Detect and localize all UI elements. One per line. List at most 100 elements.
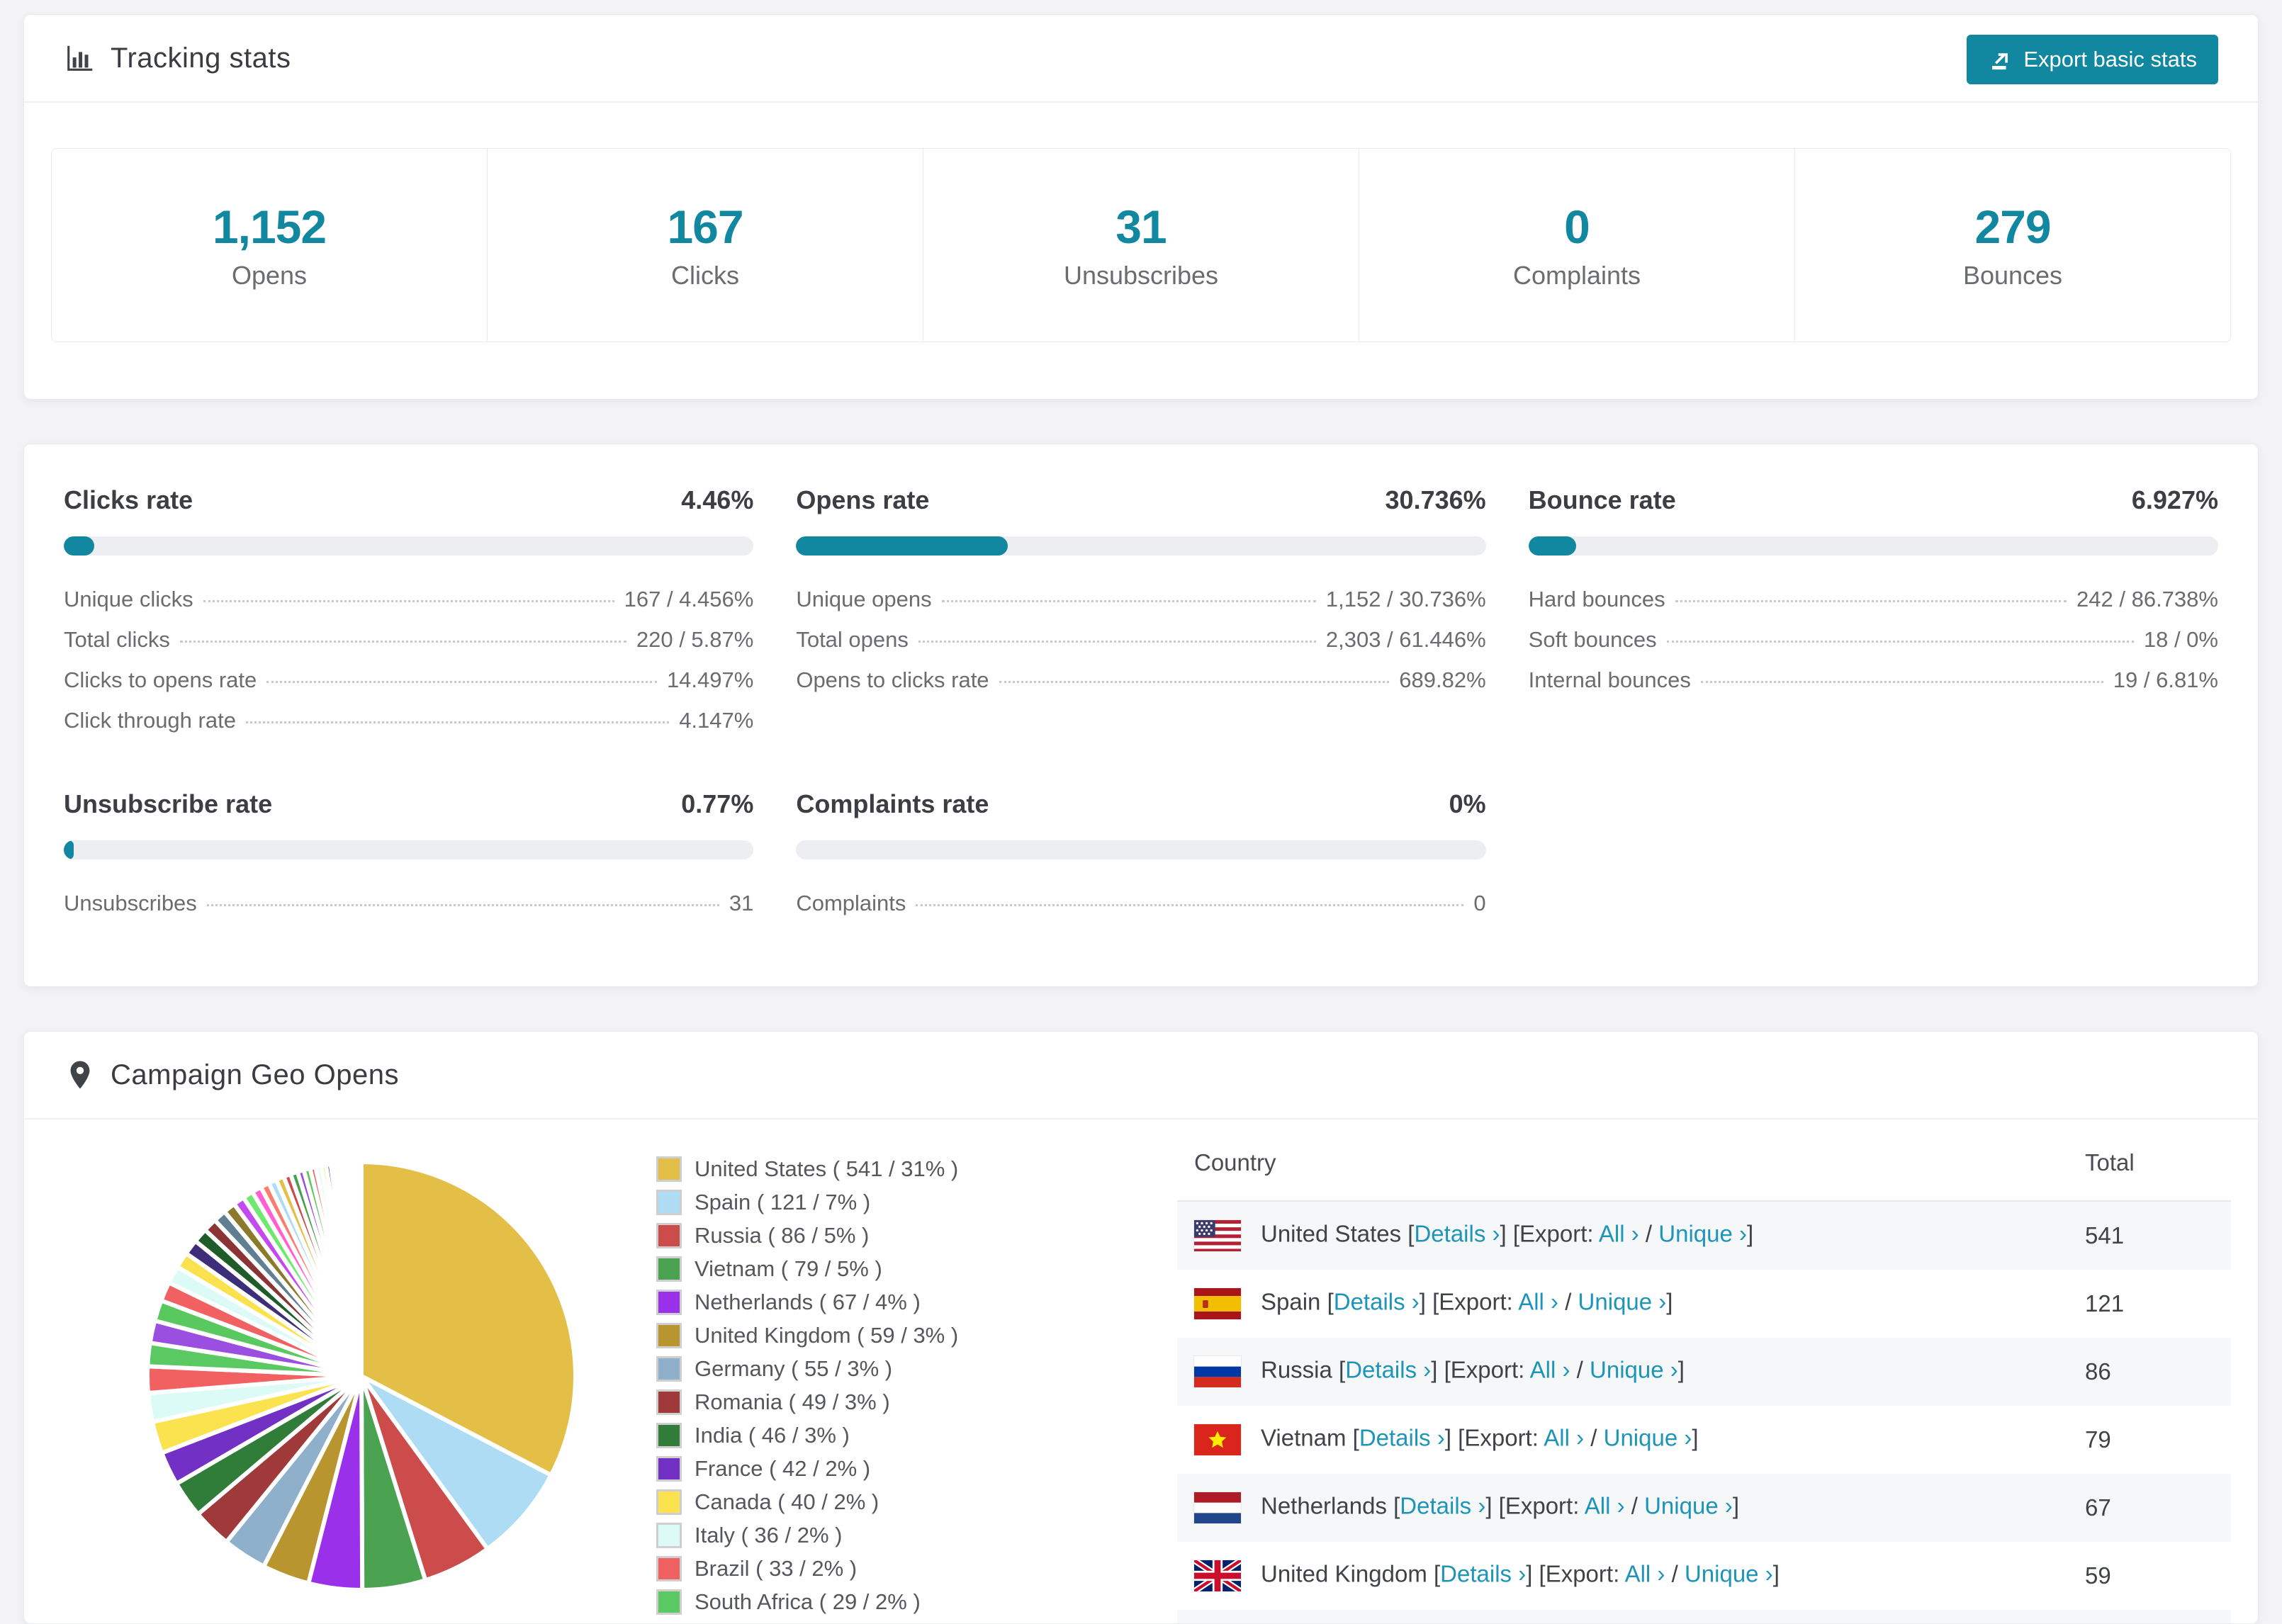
stat-label: Clicks: [671, 261, 739, 290]
legend-label: Italy ( 36 / 2% ): [695, 1523, 843, 1547]
rate-percent-value: 4.46%: [681, 485, 754, 514]
details-link[interactable]: Details ›: [1414, 1221, 1500, 1247]
legend-item-germany[interactable]: Germany ( 55 / 3% ): [656, 1356, 1057, 1382]
rate-row: Total opens 2,303 / 61.446%: [796, 627, 1485, 653]
country-cell: [1177, 1610, 2068, 1623]
export-button-label: Export basic stats: [2023, 47, 2197, 72]
rate-row-value: 4.147%: [679, 708, 754, 733]
export-unique-link[interactable]: Unique ›: [1644, 1493, 1733, 1519]
rate-block-opens-rate: Opens rate 30.736% Unique opens 1,152 / 30.…: [796, 485, 1486, 748]
punctuation: [: [1401, 1220, 1415, 1247]
rate-rows: Unique clicks 167 / 4.456% Total clicks 220…: [64, 587, 753, 733]
legend-item-italy[interactable]: Italy ( 36 / 2% ): [656, 1523, 1057, 1548]
rate-head: Unsubscribe rate 0.77%: [64, 789, 753, 819]
country-cell: Spain [Details ›] [Export: All › / Uniqu…: [1177, 1270, 2068, 1338]
rate-row-label: Total opens: [796, 627, 909, 652]
country-cell: United States [Details ›] [Export: All ›…: [1177, 1201, 2068, 1270]
legend-item-france[interactable]: France ( 42 / 2% ): [656, 1456, 1057, 1482]
country-cell: Netherlands [Details ›] [Export: All › /…: [1177, 1474, 2068, 1542]
legend-swatch: [656, 1456, 682, 1482]
punctuation: ]: [1747, 1220, 1754, 1247]
rate-row-label: Unique clicks: [64, 587, 193, 611]
legend-label: India ( 46 / 3% ): [695, 1423, 850, 1448]
details-link[interactable]: Details ›: [1400, 1493, 1485, 1519]
export-all-link[interactable]: All ›: [1518, 1289, 1558, 1315]
rate-row: Click through rate 4.147%: [64, 708, 753, 733]
dotted-leader: [916, 904, 1464, 906]
export-all-link[interactable]: All ›: [1544, 1425, 1584, 1451]
country-name: Vietnam: [1261, 1424, 1347, 1451]
export-unique-link[interactable]: Unique ›: [1604, 1425, 1692, 1451]
legend-item-russia[interactable]: Russia ( 86 / 5% ): [656, 1223, 1057, 1248]
table-row: Netherlands [Details ›] [Export: All › /…: [1177, 1474, 2231, 1542]
flag-icon-gb: [1193, 1560, 1242, 1592]
total-cell: 121: [2085, 1290, 2125, 1316]
legend-item-vietnam[interactable]: Vietnam ( 79 / 5% ): [656, 1256, 1057, 1282]
geo-content: United States ( 541 / 31% ) Spain ( 121 /…: [24, 1120, 2258, 1623]
rate-row-value: 18 / 0%: [2143, 627, 2218, 652]
rate-row: Opens to clicks rate 689.82%: [796, 667, 1485, 693]
export-all-link[interactable]: All ›: [1530, 1357, 1570, 1383]
rate-title: Bounce rate: [1528, 485, 1676, 514]
export-basic-stats-button[interactable]: Export basic stats: [1967, 35, 2218, 84]
punctuation: [: [1332, 1356, 1346, 1383]
export-all-link[interactable]: All ›: [1599, 1221, 1639, 1247]
total-cell: 541: [2085, 1222, 2125, 1248]
legend-swatch: [656, 1223, 682, 1248]
page-title: Tracking stats: [111, 42, 291, 74]
legend-swatch: [656, 1556, 682, 1581]
rate-row: Soft bounces 18 / 0%: [1529, 627, 2218, 653]
legend-label: Spain ( 121 / 7% ): [695, 1190, 871, 1214]
punctuation: [: [1386, 1492, 1400, 1519]
total-cell: 86: [2085, 1358, 2111, 1385]
export-unique-link[interactable]: Unique ›: [1658, 1221, 1747, 1247]
geo-pie-chart: [135, 1149, 588, 1603]
legend-item-romania[interactable]: Romania ( 49 / 3% ): [656, 1389, 1057, 1415]
rate-block-unsubscribe-rate: Unsubscribe rate 0.77% Unsubscribes 31: [64, 789, 754, 931]
dotted-leader: [206, 904, 719, 906]
flag-icon-vn: [1193, 1423, 1242, 1456]
total-cell: 59: [2085, 1562, 2111, 1589]
table-row: Russia [Details ›] [Export: All › / Uniq…: [1177, 1338, 2231, 1406]
rate-percent-value: 0.77%: [681, 789, 754, 818]
export-unique-link[interactable]: Unique ›: [1590, 1357, 1678, 1383]
rate-row: Unsubscribes 31: [64, 891, 753, 916]
legend-item-united-kingdom[interactable]: United Kingdom ( 59 / 3% ): [656, 1323, 1057, 1348]
rate-head: Clicks rate 4.46%: [64, 485, 753, 515]
map-pin-icon: [70, 1061, 90, 1089]
progress-bar-fill: [64, 536, 95, 556]
legend-item-united-states[interactable]: United States ( 541 / 31% ): [656, 1156, 1057, 1182]
rate-block-clicks-rate: Clicks rate 4.46% Unique clicks 167 / 4.456…: [64, 485, 754, 748]
legend-item-netherlands[interactable]: Netherlands ( 67 / 4% ): [656, 1290, 1057, 1315]
export-unique-link[interactable]: Unique ›: [1578, 1289, 1667, 1315]
geo-opens-card: Campaign Geo Opens United States ( 541 /…: [23, 1031, 2259, 1624]
table-row: United States [Details ›] [Export: All ›…: [1177, 1201, 2231, 1270]
flag-icon-us: [1193, 1219, 1242, 1252]
legend-label: Germany ( 55 / 3% ): [695, 1356, 893, 1381]
rate-row: Unique clicks 167 / 4.456%: [64, 587, 753, 612]
details-link[interactable]: Details ›: [1345, 1357, 1431, 1383]
rate-row-label: Internal bounces: [1528, 667, 1691, 692]
details-link[interactable]: Details ›: [1440, 1561, 1526, 1587]
column-header-total: Total: [2068, 1120, 2231, 1202]
rate-row-label: Unique opens: [796, 587, 932, 611]
details-link[interactable]: Details ›: [1334, 1289, 1420, 1315]
legend-item-spain[interactable]: Spain ( 121 / 7% ): [656, 1190, 1057, 1215]
rate-block-bounce-rate: Bounce rate 6.927% Hard bounces 242 / 86.73…: [1528, 485, 2218, 748]
export-all-link[interactable]: All ›: [1625, 1561, 1665, 1587]
tracking-stats-card: Tracking stats Export basic stats 1,152 O…: [23, 14, 2259, 400]
dotted-leader: [203, 600, 614, 602]
country-cell: United Kingdom [Details ›] [Export: All …: [1177, 1542, 2068, 1610]
legend-label: South Africa ( 29 / 2% ): [695, 1589, 921, 1614]
export-unique-link[interactable]: Unique ›: [1685, 1561, 1773, 1587]
punctuation: ]: [1692, 1424, 1699, 1451]
export-all-link[interactable]: All ›: [1585, 1493, 1625, 1519]
legend-item-brazil[interactable]: Brazil ( 33 / 2% ): [656, 1556, 1057, 1581]
rate-row: Clicks to opens rate 14.497%: [64, 667, 753, 693]
legend-item-india[interactable]: India ( 46 / 3% ): [656, 1423, 1057, 1448]
rate-row-value: 19 / 6.81%: [2113, 667, 2218, 692]
legend-item-canada[interactable]: Canada ( 40 / 2% ): [656, 1489, 1057, 1515]
legend-label: Canada ( 40 / 2% ): [695, 1489, 879, 1514]
legend-item-south-africa[interactable]: South Africa ( 29 / 2% ): [656, 1589, 1057, 1615]
details-link[interactable]: Details ›: [1359, 1425, 1445, 1451]
